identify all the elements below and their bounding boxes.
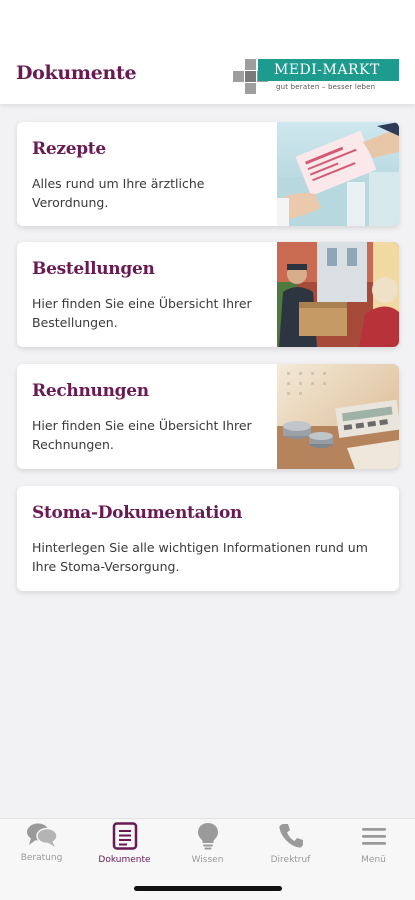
card-description: Hinterlegen Sie alle wichtigen Informati… <box>32 540 368 574</box>
card-title: Stoma-Dokumentation <box>32 503 243 523</box>
tab-direktruf[interactable]: Direktruf <box>249 821 332 869</box>
card-description: Hier finden Sie eine Übersicht Ihrer Rec… <box>32 418 252 452</box>
app-header: Dokumente MEDI-MARKT gut beraten – besse… <box>0 0 415 104</box>
delivery-photo <box>277 242 399 347</box>
card-description: Alles rund um Ihre ärztliche Verordnung. <box>32 176 205 210</box>
home-indicator <box>134 886 282 891</box>
tab-label: Direktruf <box>270 855 311 865</box>
tab-label: Beratung <box>20 853 63 863</box>
card-stoma-dokumentation[interactable]: Stoma-Dokumentation Hinterlegen Sie alle… <box>17 486 399 591</box>
invoice-calculator-photo <box>277 364 399 469</box>
tab-label: Menü <box>361 855 386 865</box>
logo-wordmark: MEDI-MARKT <box>258 59 399 81</box>
card-title: Rechnungen <box>32 381 149 401</box>
lightbulb-icon <box>197 823 218 850</box>
page-title: Dokumente <box>16 62 137 84</box>
hamburger-menu-icon <box>361 828 386 845</box>
card-title: Rezepte <box>32 139 106 159</box>
card-title: Bestellungen <box>32 259 155 279</box>
tab-label: Dokumente <box>98 855 151 865</box>
phone-icon <box>278 824 303 848</box>
card-description: Hier finden Sie eine Übersicht Ihrer Bes… <box>32 296 252 330</box>
tab-dokumente[interactable]: Dokumente <box>83 821 166 869</box>
tab-label: Wissen <box>191 855 224 865</box>
card-rechnungen[interactable]: Rechnungen Hier finden Sie eine Übersich… <box>17 364 399 469</box>
document-icon <box>112 822 137 850</box>
tab-wissen[interactable]: Wissen <box>166 821 249 869</box>
card-rezepte[interactable]: Rezepte Alles rund um Ihre ärztliche Ver… <box>17 122 399 226</box>
tab-menu[interactable]: Menü <box>332 821 415 869</box>
card-bestellungen[interactable]: Bestellungen Hier finden Sie eine Übersi… <box>17 242 399 347</box>
tab-beratung[interactable]: Beratung <box>0 821 83 869</box>
logo-tagline: gut beraten – besser leben <box>276 83 376 91</box>
prescription-photo <box>277 122 399 226</box>
chat-bubbles-icon <box>26 823 58 847</box>
medi-markt-logo: MEDI-MARKT gut beraten – besser leben <box>233 57 401 97</box>
